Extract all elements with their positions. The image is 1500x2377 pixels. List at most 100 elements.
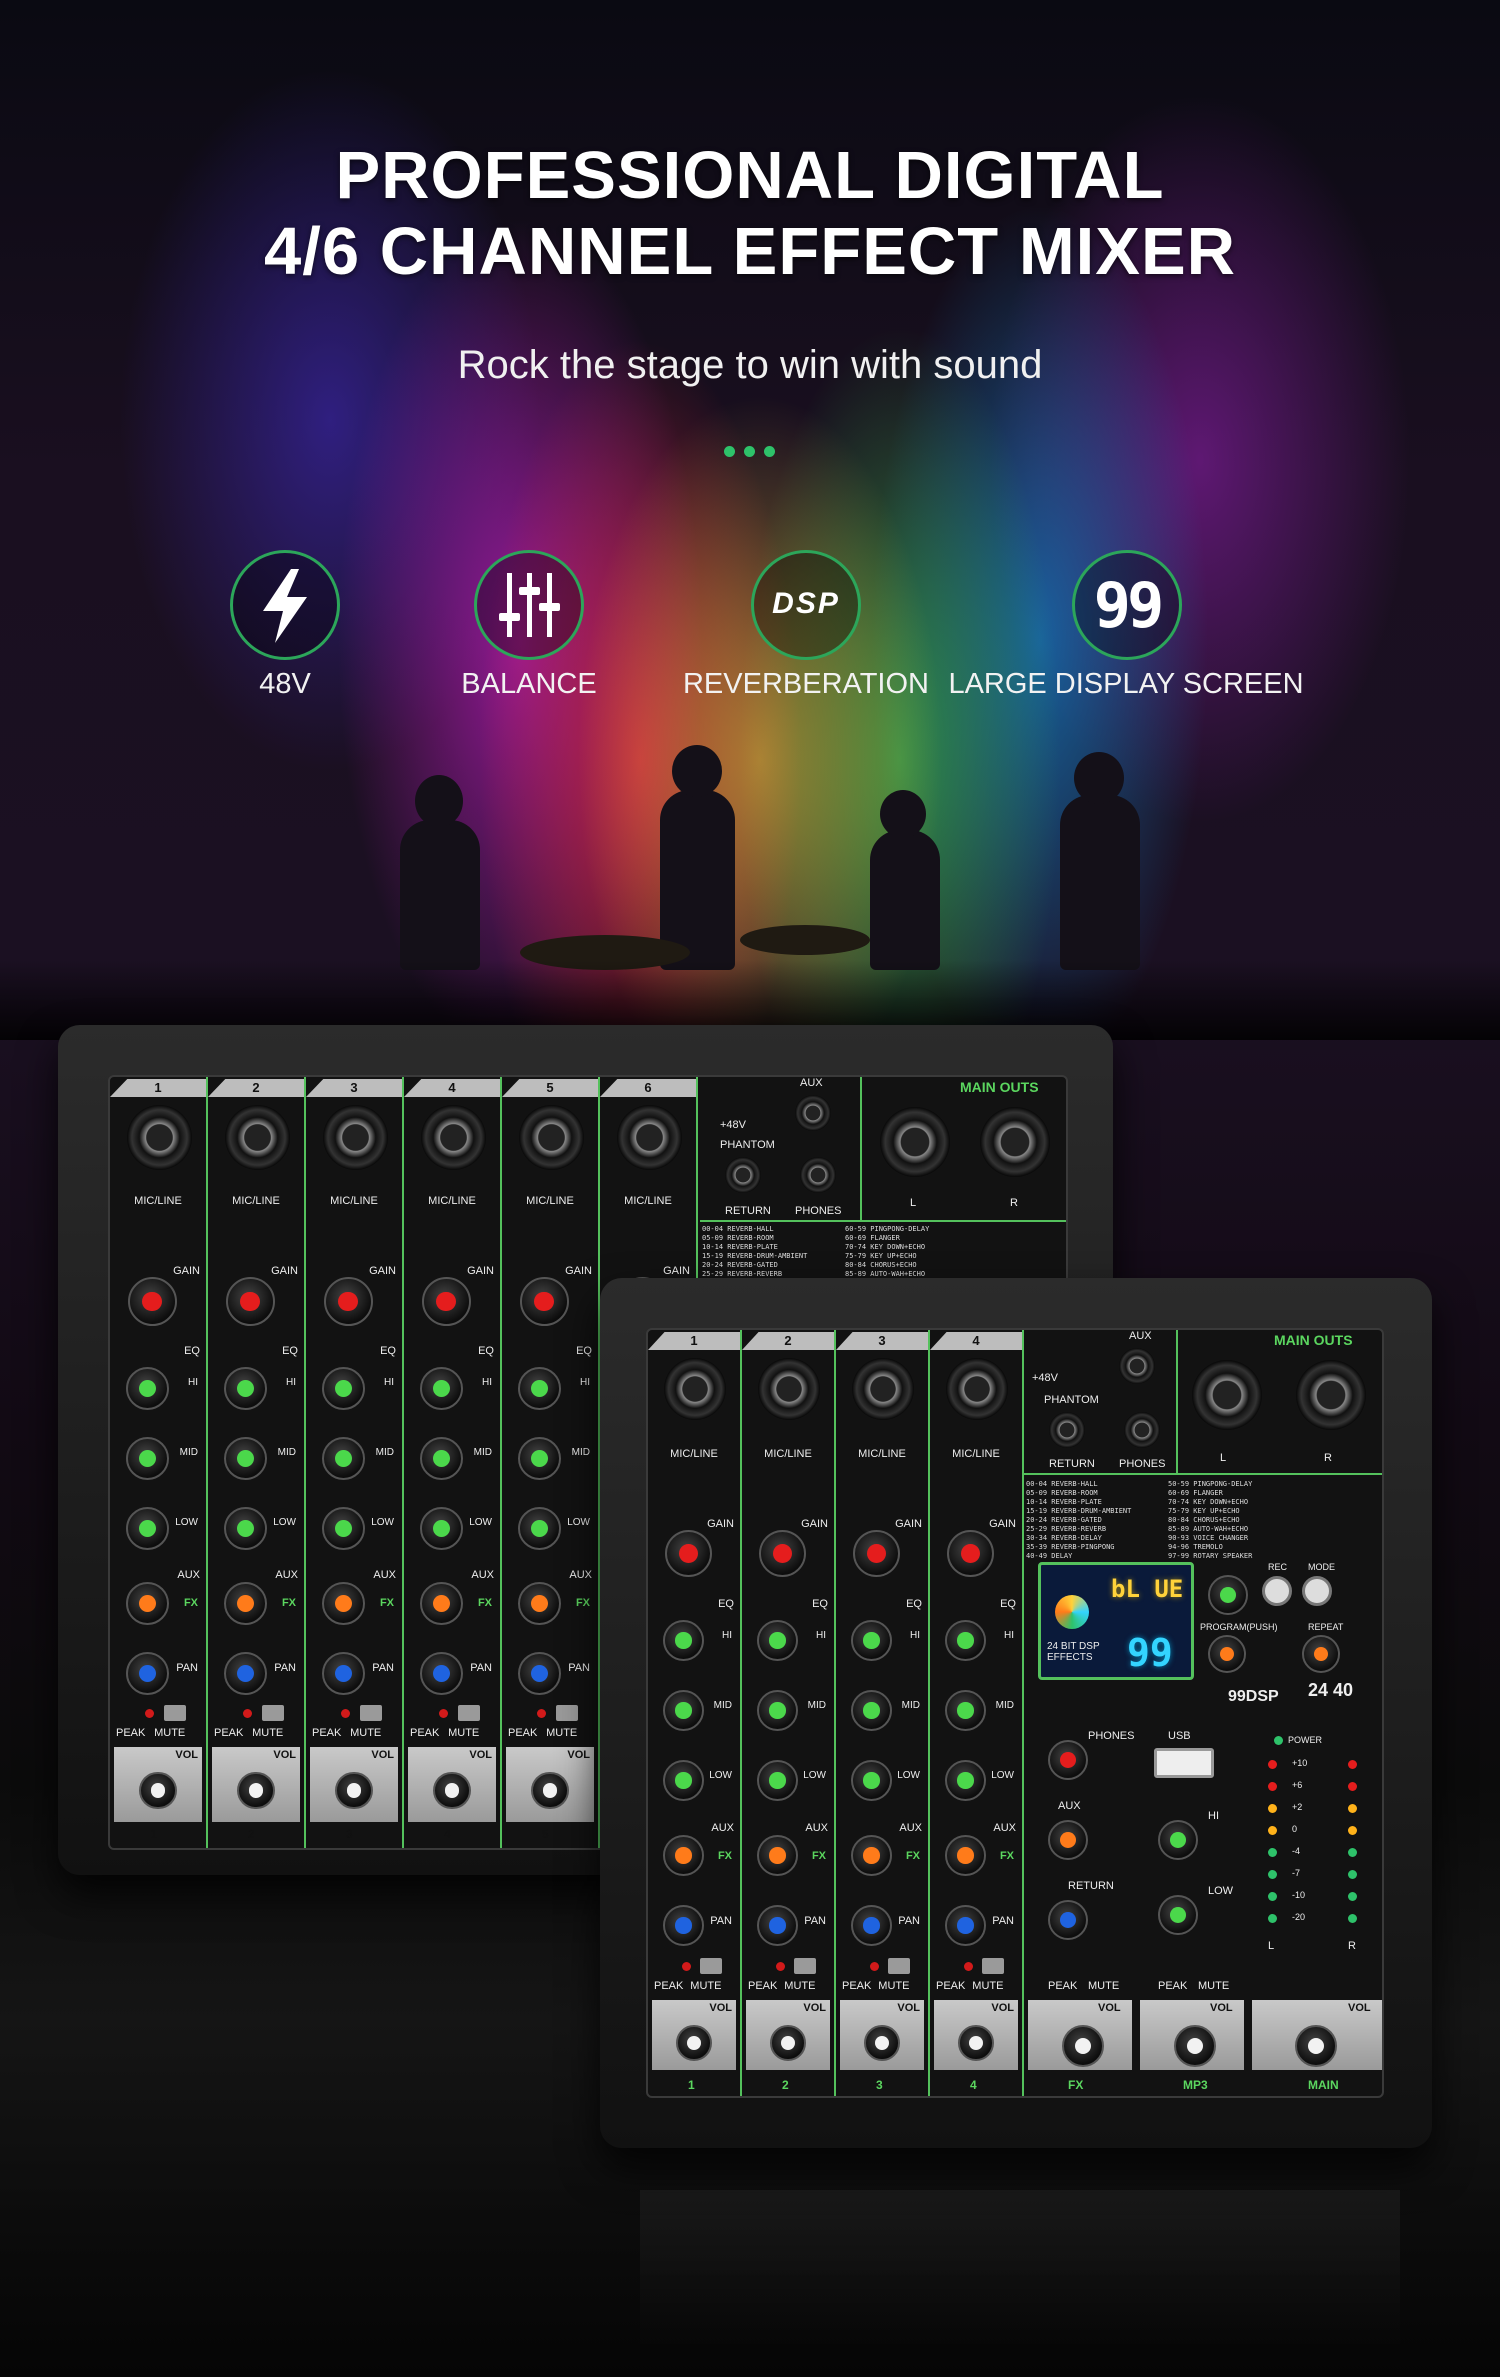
mixer6-gain-knob-5[interactable] (519, 1277, 569, 1326)
mixer4-aux-jack[interactable] (1119, 1348, 1155, 1384)
mixer4-mute-switch-1[interactable] (699, 1958, 722, 1974)
mixer4-mute-switch-3[interactable] (887, 1958, 910, 1974)
mixer4-xlr-combo-jack-4[interactable] (946, 1358, 1008, 1420)
mixer6-aux-fx-knob-3[interactable] (321, 1582, 365, 1626)
mixer6-gain-knob-4[interactable] (421, 1277, 471, 1326)
mixer6-pan-knob-3[interactable] (321, 1652, 365, 1696)
mixer4-aux-fx-knob-4[interactable] (945, 1835, 987, 1877)
mixer4-vol-knob-3[interactable] (864, 2025, 900, 2061)
mixer4-vol-knob-2[interactable] (770, 2025, 806, 2061)
mixer6-gain-knob-3[interactable] (323, 1277, 373, 1326)
mixer6-eq-hi-knob-4[interactable] (419, 1367, 463, 1411)
mixer6-main-out-l-jack[interactable] (880, 1107, 950, 1177)
mixer4-fx-vol-knob[interactable] (1062, 2025, 1105, 2067)
mixer4-eq-mid-knob-2[interactable] (757, 1690, 799, 1732)
mixer4-mp3-low-knob[interactable] (1158, 1895, 1198, 1935)
mixer6-main-out-r-jack[interactable] (980, 1107, 1050, 1177)
mixer6-aux-fx-knob-5[interactable] (517, 1582, 561, 1626)
mixer4-phones-knob[interactable] (1048, 1740, 1088, 1780)
mixer6-aux-fx-knob-1[interactable] (125, 1582, 169, 1626)
mixer4-xlr-combo-jack-3[interactable] (852, 1358, 914, 1420)
mixer6-eq-mid-knob-2[interactable] (223, 1437, 267, 1481)
mixer6-pan-knob-5[interactable] (517, 1652, 561, 1696)
mixer6-mute-switch-5[interactable] (555, 1705, 578, 1721)
mixer6-eq-low-knob-1[interactable] (125, 1507, 169, 1551)
mixer6-mute-switch-1[interactable] (163, 1705, 186, 1721)
mixer4-eq-hi-knob-2[interactable] (757, 1620, 799, 1662)
mixer6-xlr-combo-jack-4[interactable] (420, 1105, 486, 1170)
mixer4-gain-knob-1[interactable] (664, 1530, 712, 1577)
mixer6-phones-jack[interactable] (800, 1157, 836, 1193)
mixer4-aux-fx-knob-2[interactable] (757, 1835, 799, 1877)
mixer4-mute-switch-2[interactable] (793, 1958, 816, 1974)
mixer4-mode-button[interactable] (1302, 1576, 1332, 1606)
mixer4-eq-hi-knob-1[interactable] (663, 1620, 705, 1662)
mixer4-main-out-r-jack[interactable] (1296, 1360, 1366, 1430)
mixer6-eq-low-knob-4[interactable] (419, 1507, 463, 1551)
mixer4-mp3-vol-knob[interactable] (1174, 2025, 1217, 2067)
mixer6-gain-knob-2[interactable] (225, 1277, 275, 1326)
mixer6-eq-mid-knob-5[interactable] (517, 1437, 561, 1481)
mixer6-eq-mid-knob-1[interactable] (125, 1437, 169, 1481)
mixer4-aux-master-knob[interactable] (1048, 1820, 1088, 1860)
mixer4-eq-hi-knob-4[interactable] (945, 1620, 987, 1662)
mixer6-mute-switch-2[interactable] (261, 1705, 284, 1721)
mixer4-eq-low-knob-1[interactable] (663, 1760, 705, 1802)
mixer4-eq-low-knob-3[interactable] (851, 1760, 893, 1802)
mixer4-xlr-combo-jack-2[interactable] (758, 1358, 820, 1420)
mixer6-gain-knob-1[interactable] (127, 1277, 177, 1326)
mixer6-eq-mid-knob-4[interactable] (419, 1437, 463, 1481)
mixer6-xlr-combo-jack-5[interactable] (518, 1105, 584, 1170)
mixer4-pan-knob-4[interactable] (945, 1905, 987, 1947)
mixer6-aux-fx-knob-2[interactable] (223, 1582, 267, 1626)
mixer4-phones-jack[interactable] (1124, 1412, 1160, 1448)
mixer4-main-out-l-jack[interactable] (1192, 1360, 1262, 1430)
mixer4-vol-knob-1[interactable] (676, 2025, 712, 2061)
mixer4-pan-knob-1[interactable] (663, 1905, 705, 1947)
mixer4-eq-mid-knob-1[interactable] (663, 1690, 705, 1732)
mixer6-pan-knob-4[interactable] (419, 1652, 463, 1696)
mixer6-vol-knob-2[interactable] (237, 1772, 275, 1810)
mixer4-gain-knob-2[interactable] (758, 1530, 806, 1577)
mixer6-mute-switch-3[interactable] (359, 1705, 382, 1721)
mixer6-eq-low-knob-3[interactable] (321, 1507, 365, 1551)
mixer4-aux-fx-knob-1[interactable] (663, 1835, 705, 1877)
mixer6-eq-hi-knob-2[interactable] (223, 1367, 267, 1411)
mixer4-fx-level-knob[interactable] (1208, 1635, 1246, 1673)
mixer4-aux-fx-knob-3[interactable] (851, 1835, 893, 1877)
mixer6-vol-knob-5[interactable] (531, 1772, 569, 1810)
mixer6-vol-knob-1[interactable] (139, 1772, 177, 1810)
mixer4-eq-hi-knob-3[interactable] (851, 1620, 893, 1662)
mixer6-xlr-combo-jack-1[interactable] (126, 1105, 192, 1170)
mixer4-return-knob[interactable] (1048, 1900, 1088, 1940)
mixer4-eq-low-knob-4[interactable] (945, 1760, 987, 1802)
mixer4-vol-knob-4[interactable] (958, 2025, 994, 2061)
mixer6-aux-fx-knob-4[interactable] (419, 1582, 463, 1626)
mixer6-xlr-combo-jack-3[interactable] (322, 1105, 388, 1170)
mixer4-mp3-hi-knob[interactable] (1158, 1820, 1198, 1860)
mixer4-eq-mid-knob-4[interactable] (945, 1690, 987, 1732)
mixer4-rec-button[interactable] (1262, 1576, 1292, 1606)
mixer6-vol-knob-4[interactable] (433, 1772, 471, 1810)
mixer4-main-vol-knob[interactable] (1294, 2025, 1337, 2067)
mixer4-eq-low-knob-2[interactable] (757, 1760, 799, 1802)
mixer6-return-jack[interactable] (725, 1157, 761, 1193)
mixer4-eq-mid-knob-3[interactable] (851, 1690, 893, 1732)
mixer6-eq-hi-knob-5[interactable] (517, 1367, 561, 1411)
mixer6-pan-knob-1[interactable] (125, 1652, 169, 1696)
mixer4-gain-knob-3[interactable] (852, 1530, 900, 1577)
mixer4-xlr-combo-jack-1[interactable] (664, 1358, 726, 1420)
mixer6-xlr-combo-jack-6[interactable] (616, 1105, 682, 1170)
mixer6-eq-hi-knob-1[interactable] (125, 1367, 169, 1411)
mixer4-repeat-knob[interactable] (1302, 1635, 1340, 1673)
mixer6-mute-switch-4[interactable] (457, 1705, 480, 1721)
mixer4-gain-knob-4[interactable] (946, 1530, 994, 1577)
mixer4-return-jack[interactable] (1049, 1412, 1085, 1448)
mixer4-pan-knob-3[interactable] (851, 1905, 893, 1947)
mixer6-eq-low-knob-5[interactable] (517, 1507, 561, 1551)
mixer6-eq-mid-knob-3[interactable] (321, 1437, 365, 1481)
mixer4-pan-knob-2[interactable] (757, 1905, 799, 1947)
mixer6-xlr-combo-jack-2[interactable] (224, 1105, 290, 1170)
mixer6-pan-knob-2[interactable] (223, 1652, 267, 1696)
mixer4-program-knob[interactable] (1208, 1575, 1248, 1615)
